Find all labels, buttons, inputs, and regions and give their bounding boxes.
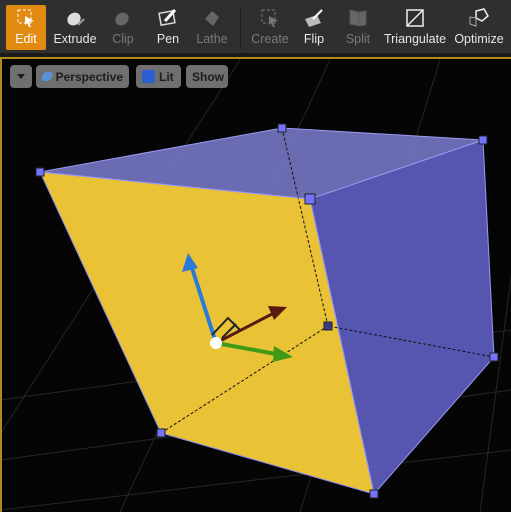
optimize-icon	[468, 7, 490, 29]
split-button[interactable]: Split	[344, 5, 372, 50]
lathe-icon	[201, 7, 223, 29]
flip-button[interactable]: Flip	[300, 5, 328, 50]
show-button[interactable]: Show	[186, 65, 228, 88]
toolbar-separator	[240, 6, 241, 50]
pen-button[interactable]: Pen	[152, 5, 184, 50]
perspective-icon	[40, 72, 54, 81]
flip-icon	[303, 7, 325, 29]
edit-select-icon	[15, 7, 37, 29]
scene[interactable]	[0, 57, 511, 512]
viewport-options-dropdown[interactable]	[10, 65, 32, 88]
clip-icon	[112, 7, 134, 29]
extrude-button[interactable]: Extrude	[52, 5, 98, 50]
triangulate-button[interactable]: Triangulate	[383, 5, 447, 50]
lit-cube-icon	[142, 70, 155, 83]
create-icon	[259, 7, 281, 29]
create-button[interactable]: Create	[250, 5, 290, 50]
chevron-down-icon	[17, 74, 25, 79]
edit-button[interactable]: Edit	[6, 5, 46, 50]
pen-icon	[157, 7, 179, 29]
optimize-button[interactable]: Optimize	[453, 5, 505, 50]
geometry-toolbar: Edit Extrude Clip Pen Lathe Create Flip …	[0, 0, 511, 54]
perspective-viewport[interactable]: Perspective Lit Show	[0, 57, 511, 512]
perspective-button[interactable]: Perspective	[36, 65, 129, 88]
lit-button[interactable]: Lit	[136, 65, 181, 88]
split-icon	[347, 7, 369, 29]
triangulate-icon	[404, 7, 426, 29]
extrude-icon	[64, 7, 86, 29]
clip-button[interactable]: Clip	[108, 5, 138, 50]
lathe-button[interactable]: Lathe	[194, 5, 230, 50]
